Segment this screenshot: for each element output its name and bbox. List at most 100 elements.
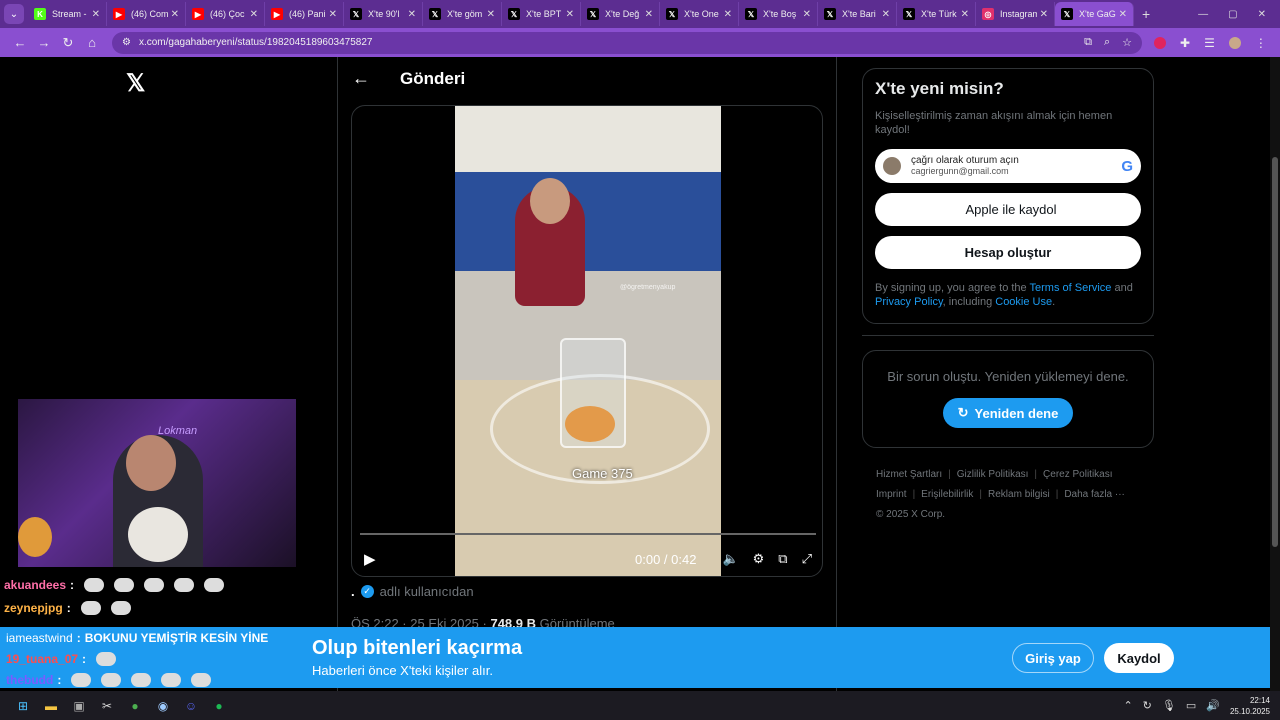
google-account-name: çağrı olarak oturum açın (911, 155, 1019, 166)
store-icon[interactable]: ▣ (68, 695, 90, 717)
author-handle[interactable]: adlı kullanıcıdan (380, 584, 474, 599)
bookmark-star-icon[interactable]: ☆ (1122, 36, 1132, 49)
tab-close-icon[interactable]: ✕ (171, 9, 179, 20)
browser-tab[interactable]: 𝕏 X'te Değ ✕ (581, 2, 660, 26)
tab-close-icon[interactable]: ✕ (92, 9, 100, 20)
reload-icon[interactable]: ↻ (56, 35, 80, 51)
new-tab-button[interactable]: + (1142, 6, 1150, 22)
page-scrollbar[interactable] (1270, 57, 1280, 691)
tab-close-icon[interactable]: ✕ (1040, 9, 1048, 20)
tab-close-icon[interactable]: ✕ (487, 9, 495, 20)
tab-close-icon[interactable]: ✕ (1119, 9, 1127, 20)
scrollbar-thumb[interactable] (1272, 157, 1278, 547)
footer-link[interactable]: Hizmet Şartları (876, 469, 942, 480)
x-logo-icon[interactable]: 𝕏 (126, 69, 145, 98)
footer-link[interactable]: Erişilebilirlik (921, 489, 973, 500)
tab-title: X'te Bari (842, 9, 876, 19)
browser-tab[interactable]: 𝕏 X'te Türk ✕ (897, 2, 976, 26)
chrome-icon[interactable]: ● (124, 695, 146, 717)
create-account-button[interactable]: Hesap oluştur (875, 236, 1141, 269)
video-player[interactable]: @ögretmenyakup Game 375 ▶ 0:00 / 0:42 🔈 … (351, 105, 823, 577)
tab-close-icon[interactable]: ✕ (803, 9, 811, 20)
tab-close-icon[interactable]: ✕ (250, 9, 258, 20)
browser-tab[interactable]: ◎ Instagram ✕ (976, 2, 1055, 26)
microphone-icon[interactable]: 🎙 (1162, 699, 1176, 712)
back-icon[interactable]: ← (8, 35, 32, 50)
apple-signup-button[interactable]: Apple ile kaydol (875, 193, 1141, 226)
menu-dots-icon[interactable]: ⋮ (1255, 36, 1267, 50)
site-info-icon[interactable]: ⚙ (122, 37, 131, 48)
tab-close-icon[interactable]: ✕ (645, 9, 653, 20)
browser-tab[interactable]: 𝕏 X'te 90'l ✕ (344, 2, 423, 26)
tab-close-icon[interactable]: ✕ (566, 9, 574, 20)
tab-close-icon[interactable]: ✕ (724, 9, 732, 20)
author-display-name[interactable]: . (351, 584, 355, 599)
tab-close-icon[interactable]: ✕ (882, 9, 890, 20)
browser-tab[interactable]: ▶ (46) Pani ✕ (265, 2, 344, 26)
file-explorer-icon[interactable]: ▬ (40, 695, 62, 717)
tab-close-icon[interactable]: ✕ (329, 9, 337, 20)
footer-separator: | (979, 489, 983, 500)
reading-list-icon[interactable]: ☰ (1204, 36, 1215, 50)
google-signin-button[interactable]: çağrı olarak oturum açın cagriergunn@gma… (875, 149, 1141, 183)
emote-icon (96, 651, 117, 666)
youtube-icon: ▶ (271, 8, 283, 20)
install-app-icon[interactable]: ⧉ (1084, 36, 1092, 49)
close-window-icon[interactable]: ✕ (1258, 9, 1266, 20)
sync-icon[interactable]: ↻ (1143, 699, 1152, 712)
emote-icon (204, 577, 225, 592)
footer-link[interactable]: Gizlilik Politikası (957, 469, 1029, 480)
maximize-icon[interactable]: ▢ (1228, 9, 1237, 20)
browser-tab[interactable]: K Stream - ✕ (28, 2, 107, 26)
puzzle-extensions-icon[interactable]: ✚ (1180, 36, 1190, 50)
fullscreen-icon[interactable]: ⤢ (802, 551, 812, 567)
browser-tab[interactable]: 𝕏 X'te Bari ✕ (818, 2, 897, 26)
browser-tab[interactable]: 𝕏 X'te Boş ✕ (739, 2, 818, 26)
network-icon[interactable]: ▭ (1186, 699, 1196, 712)
footer-link[interactable]: Reklam bilgisi (988, 489, 1050, 500)
terms-of-service-link[interactable]: Terms of Service (1030, 282, 1112, 294)
register-button[interactable]: Kaydol (1104, 643, 1174, 673)
cookie-use-link[interactable]: Cookie Use (995, 296, 1052, 308)
play-icon[interactable]: ▶ (364, 550, 376, 568)
video-progress-bar[interactable] (360, 533, 816, 535)
browser-tab[interactable]: ▶ (46) Çoc ✕ (186, 2, 265, 26)
steam-icon[interactable]: ◉ (152, 695, 174, 717)
browser-tab[interactable]: 𝕏 X'te GaG ✕ (1055, 2, 1134, 26)
url-field[interactable]: ⚙ x.com/gagahaberyeni/status/19820451896… (112, 31, 1142, 54)
profile-avatar[interactable] (1228, 36, 1241, 49)
tab-close-icon[interactable]: ✕ (408, 9, 416, 20)
windows-start-icon[interactable]: ⊞ (12, 695, 34, 717)
volume-icon[interactable]: 🔈 (722, 551, 738, 567)
browser-tab[interactable]: ▶ (46) Com ✕ (107, 2, 186, 26)
browser-tab[interactable]: 𝕏 X'te göm ✕ (423, 2, 502, 26)
browser-tab[interactable]: 𝕏 X'te BPT ✕ (502, 2, 581, 26)
tab-search-button[interactable]: ⌄ (4, 4, 24, 24)
zoom-icon[interactable]: ⌕ (1104, 36, 1110, 49)
retry-button[interactable]: ↻ Yeniden dene (943, 398, 1073, 428)
video-frame[interactable]: @ögretmenyakup Game 375 (455, 106, 721, 576)
footer-link[interactable]: Çerez Politikası (1043, 469, 1112, 480)
discord-icon[interactable]: ☺ (180, 695, 202, 717)
chat-message: zeynepjpg: (0, 596, 300, 619)
footer-link[interactable]: Imprint (876, 489, 907, 500)
capcut-icon[interactable]: ✂ (96, 695, 118, 717)
back-arrow-icon[interactable]: ← (352, 68, 370, 89)
login-button[interactable]: Giriş yap (1012, 643, 1094, 673)
privacy-policy-link[interactable]: Privacy Policy (875, 296, 943, 308)
browser-tab[interactable]: 𝕏 X'te One ✕ (660, 2, 739, 26)
tab-bar: ⌄ K Stream - ✕ ▶ (46) Com ✕ ▶ (46) Çoc ✕ ▶ (46) Pa… (0, 0, 1280, 28)
tab-close-icon[interactable]: ✕ (961, 9, 969, 20)
home-icon[interactable]: ⌂ (80, 35, 104, 50)
minimize-icon[interactable]: — (1198, 9, 1208, 20)
taskbar-clock[interactable]: 22:14 25.10.2025 (1230, 695, 1270, 717)
spotify-icon[interactable]: ● (208, 695, 230, 717)
speaker-icon[interactable]: 🔊 (1206, 699, 1220, 712)
settings-gear-icon[interactable]: ⚙ (753, 551, 765, 567)
picture-in-picture-icon[interactable]: ⧉ (778, 551, 787, 567)
extension-icon[interactable] (1154, 36, 1166, 49)
footer-link[interactable]: Daha fazla ··· (1064, 489, 1125, 500)
tray-overflow-icon[interactable]: ⌃ (1123, 699, 1132, 712)
post-author[interactable]: . ✓ adlı kullanıcıdan (351, 584, 474, 599)
forward-icon[interactable]: → (32, 35, 56, 50)
